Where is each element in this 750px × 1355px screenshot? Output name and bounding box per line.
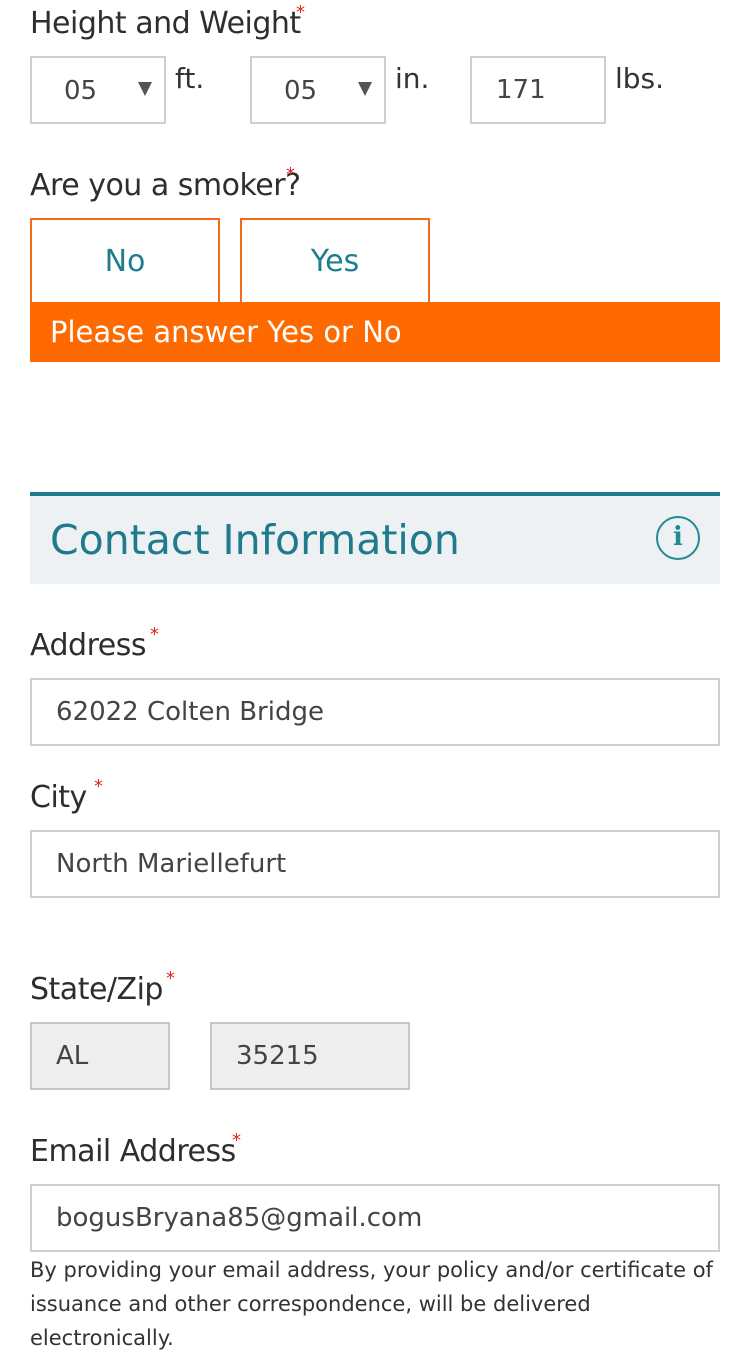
info-icon[interactable]: i (656, 516, 700, 560)
height-inches-select[interactable]: 05 (250, 56, 386, 124)
chevron-down-icon (358, 82, 372, 96)
smoker-question-label: Are you a smoker? (30, 168, 301, 203)
email-label: Email Address (30, 1134, 236, 1169)
address-input[interactable]: 62022 Colten Bridge (30, 678, 720, 746)
required-asterisk: * (232, 1130, 241, 1151)
zip-input[interactable]: 35215 (210, 1022, 410, 1090)
required-asterisk: * (296, 2, 305, 23)
height-feet-value: 05 (64, 76, 98, 106)
address-label: Address (30, 628, 146, 663)
height-feet-select[interactable]: 05 (30, 56, 166, 124)
height-inches-value: 05 (284, 76, 318, 106)
height-weight-label: Height and Weight (30, 6, 301, 41)
required-asterisk: * (94, 776, 103, 797)
email-input[interactable]: bogusBryana85@gmail.com (30, 1184, 720, 1252)
required-asterisk: * (150, 624, 159, 645)
chevron-down-icon (138, 82, 152, 96)
feet-unit-label: ft. (175, 62, 205, 95)
contact-section-title: Contact Information (50, 516, 460, 564)
state-zip-label: State/Zip (30, 972, 163, 1007)
city-label: City (30, 780, 87, 815)
weight-input[interactable]: 171 (470, 56, 606, 124)
smoker-yes-button[interactable]: Yes (240, 218, 430, 302)
contact-section-header: Contact Information i (30, 492, 720, 584)
weight-unit-label: lbs. (615, 62, 665, 95)
smoker-error-message: Please answer Yes or No (30, 302, 720, 362)
email-disclaimer-text: By providing your email address, your po… (30, 1258, 713, 1350)
required-asterisk: * (286, 164, 295, 185)
state-input[interactable]: AL (30, 1022, 170, 1090)
required-asterisk: * (166, 968, 175, 989)
inches-unit-label: in. (395, 62, 430, 95)
smoker-no-button[interactable]: No (30, 218, 220, 302)
city-input[interactable]: North Mariellefurt (30, 830, 720, 898)
